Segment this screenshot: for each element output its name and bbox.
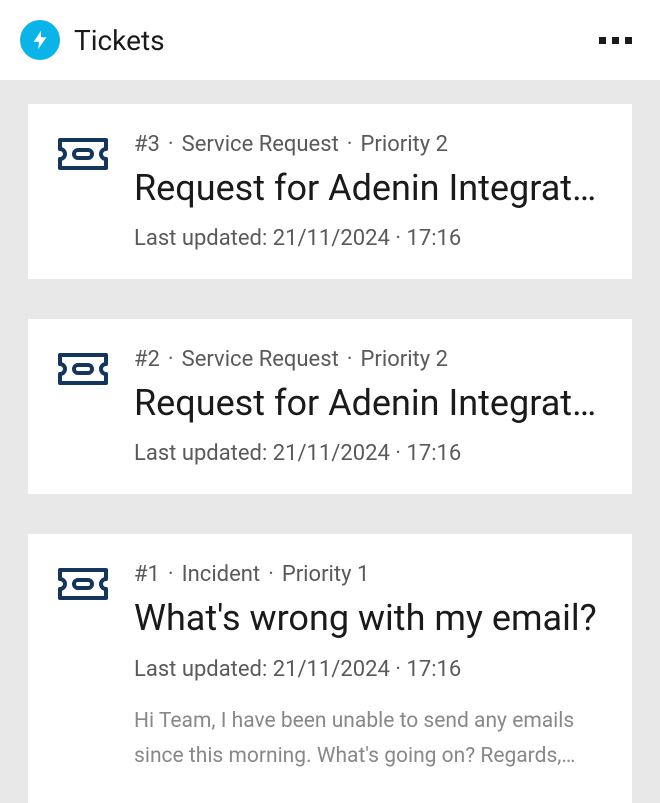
ticket-type: Service Request bbox=[182, 132, 339, 157]
app-title: Tickets bbox=[74, 24, 165, 57]
more-menu-button[interactable] bbox=[591, 29, 640, 52]
ticket-icon bbox=[56, 351, 110, 391]
ticket-id: #3 bbox=[134, 132, 160, 157]
ticket-updated: Last updated: 21/11/2024 · 17:16 bbox=[134, 226, 604, 251]
ticket-id: #2 bbox=[134, 347, 160, 372]
ticket-body-text: Hi Team, I have been unable to send any … bbox=[134, 704, 604, 775]
ticket-title: Request for Adenin Integration Setup bbox=[134, 382, 604, 425]
ticket-icon bbox=[56, 136, 110, 176]
ticket-title: Request for Adenin Integration Setup bbox=[134, 167, 604, 210]
more-menu-dot-icon bbox=[599, 37, 606, 44]
ticket-updated: Last updated: 21/11/2024 · 17:16 bbox=[134, 657, 604, 682]
ticket-body: #1 · Incident · Priority 1 What's wrong … bbox=[134, 562, 604, 775]
ticket-card[interactable]: #2 · Service Request · Priority 2 Reques… bbox=[28, 319, 632, 494]
ticket-meta: #2 · Service Request · Priority 2 bbox=[134, 347, 604, 372]
bolt-icon bbox=[29, 29, 51, 51]
ticket-priority: Priority 1 bbox=[282, 562, 369, 587]
ticket-type: Service Request bbox=[182, 347, 339, 372]
header-left: Tickets bbox=[20, 20, 165, 60]
ticket-id: #1 bbox=[134, 562, 160, 587]
ticket-card[interactable]: #1 · Incident · Priority 1 What's wrong … bbox=[28, 534, 632, 803]
ticket-card[interactable]: #3 · Service Request · Priority 2 Reques… bbox=[28, 104, 632, 279]
tickets-list: #3 · Service Request · Priority 2 Reques… bbox=[0, 80, 660, 803]
ticket-priority: Priority 2 bbox=[361, 347, 448, 372]
ticket-body: #2 · Service Request · Priority 2 Reques… bbox=[134, 347, 604, 466]
more-menu-dot-icon bbox=[612, 37, 619, 44]
ticket-title: What's wrong with my email? bbox=[134, 597, 604, 640]
ticket-updated: Last updated: 21/11/2024 · 17:16 bbox=[134, 441, 604, 466]
ticket-type: Incident bbox=[182, 562, 260, 587]
ticket-icon bbox=[56, 566, 110, 606]
more-menu-dot-icon bbox=[625, 37, 632, 44]
ticket-body: #3 · Service Request · Priority 2 Reques… bbox=[134, 132, 604, 251]
app-header: Tickets bbox=[0, 0, 660, 80]
ticket-meta: #3 · Service Request · Priority 2 bbox=[134, 132, 604, 157]
ticket-meta: #1 · Incident · Priority 1 bbox=[134, 562, 604, 587]
ticket-priority: Priority 2 bbox=[361, 132, 448, 157]
app-logo bbox=[20, 20, 60, 60]
